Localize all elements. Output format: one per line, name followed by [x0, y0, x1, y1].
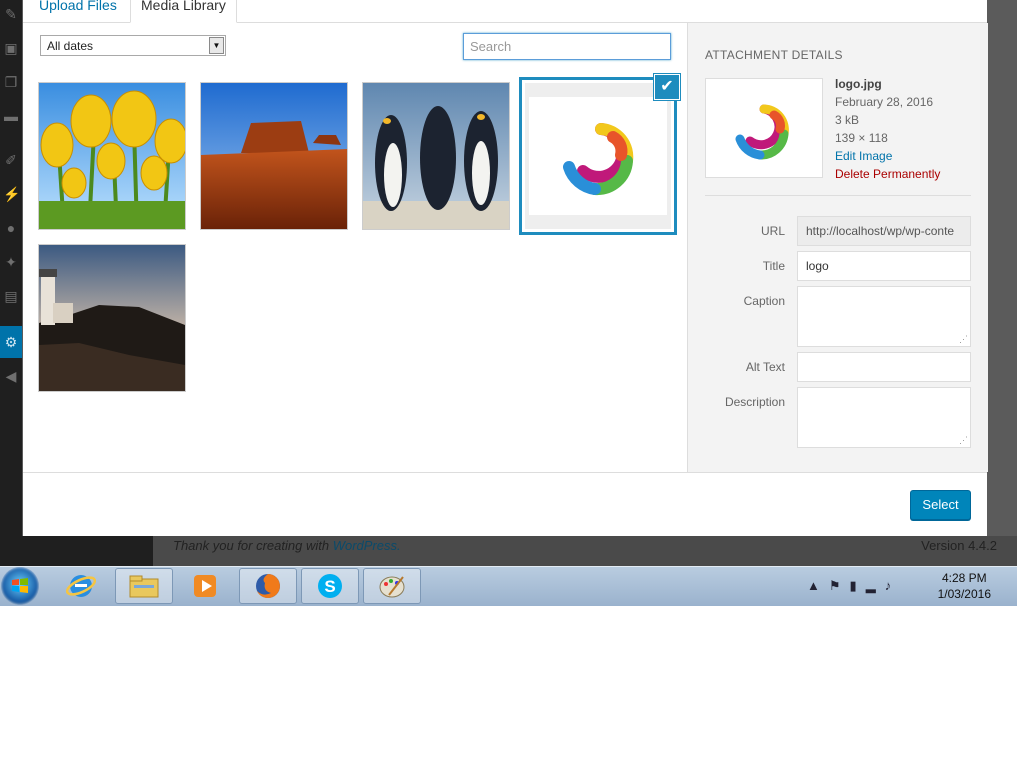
- modal-tabs: Upload Files Media Library: [23, 0, 987, 23]
- caption-field[interactable]: ⋰: [797, 286, 971, 347]
- play-icon: [194, 575, 216, 597]
- attachments-browser: All dates ▼ Search ✔: [23, 23, 687, 472]
- settings-box-icon[interactable]: ▤: [3, 288, 19, 304]
- selected-check-icon[interactable]: ✔: [654, 74, 680, 100]
- attachment-size: 3 kB: [835, 113, 860, 127]
- admin-sidebar-bottom: [0, 536, 153, 566]
- media-player-icon[interactable]: [176, 568, 234, 604]
- clock-time: 4:28 PM: [941, 571, 987, 585]
- paint-icon[interactable]: [363, 568, 421, 604]
- admin-footer: Thank you for creating with WordPress. V…: [153, 536, 1017, 566]
- resize-handle-icon[interactable]: ⋰: [959, 435, 968, 446]
- plugins-icon[interactable]: ⚡: [3, 186, 20, 202]
- start-button[interactable]: [1, 567, 39, 605]
- windows-flag-icon: [12, 578, 28, 593]
- footer-thanks: Thank you for creating with WordPress.: [173, 538, 401, 553]
- media-item-penguins[interactable]: [363, 83, 509, 229]
- url-field[interactable]: http://localhost/wp/wp-conte: [797, 216, 971, 246]
- appearance-icon[interactable]: ✐: [3, 152, 19, 168]
- title-label: Title: [762, 259, 785, 273]
- media-item-tulips[interactable]: [39, 83, 185, 229]
- attachment-date: February 28, 2016: [835, 95, 934, 109]
- alt-text-field[interactable]: [797, 352, 971, 382]
- firefox-logo: [256, 574, 280, 598]
- media-item-desert[interactable]: [201, 83, 347, 229]
- title-field[interactable]: logo: [797, 251, 971, 281]
- media-item-logo[interactable]: [525, 83, 671, 229]
- penguins-image: [363, 83, 509, 229]
- attachment-dimensions: 139 × 118: [835, 131, 888, 145]
- modal-toolbar: Select: [23, 472, 987, 536]
- users-icon[interactable]: ●: [3, 220, 19, 236]
- description-field[interactable]: ⋰: [797, 387, 971, 448]
- palette-icon: [379, 576, 405, 598]
- ie-logo: [66, 575, 96, 597]
- attachment-info: logo.jpg February 28, 2016 3 kB 139 × 11…: [835, 75, 940, 183]
- lighthouse-image: [39, 245, 185, 391]
- show-hidden-icons-icon[interactable]: ▲: [807, 578, 829, 593]
- skype-icon[interactable]: S: [301, 568, 359, 604]
- svg-text:S: S: [324, 577, 335, 596]
- admin-sidebar: ✎ ▣ ❐ ▬ ✐ ⚡ ● ✦ ▤ ⚙ ◀: [0, 0, 22, 536]
- system-tray: ▲⚑▮▂♪ 4:28 PM 1/03/2016: [807, 567, 1017, 605]
- media-modal: Upload Files Media Library All dates ▼ S…: [23, 0, 988, 536]
- pages-icon[interactable]: ❐: [3, 74, 19, 90]
- date-filter-value: All dates: [47, 39, 94, 53]
- skype-logo: S: [318, 574, 342, 598]
- folder-icon: [129, 575, 159, 598]
- attachment-preview: [705, 78, 823, 178]
- tulips-image: [39, 83, 185, 229]
- url-label: URL: [760, 224, 785, 238]
- footer-version: Version 4.4.2: [921, 538, 997, 553]
- desert-image: [201, 83, 347, 229]
- logo-image: [525, 83, 671, 229]
- attachment-filename: logo.jpg: [835, 77, 882, 91]
- media-icon[interactable]: ▣: [3, 40, 19, 56]
- description-label: Description: [724, 395, 785, 409]
- dropdown-arrow-icon[interactable]: ▼: [209, 37, 224, 54]
- attachment-details-heading: ATTACHMENT DETAILS: [705, 48, 843, 62]
- network-signal-icon[interactable]: ▂: [866, 578, 885, 593]
- media-search-input[interactable]: [463, 33, 671, 60]
- taskbar: S ▲⚑▮▂♪ 4:28 PM 1/03/2016: [0, 566, 1017, 606]
- internet-explorer-icon[interactable]: [52, 568, 110, 604]
- tools-icon[interactable]: ✦: [3, 254, 19, 270]
- action-center-flag-icon[interactable]: ⚑: [829, 578, 850, 593]
- resize-handle-icon[interactable]: ⋰: [959, 334, 968, 345]
- attachment-preview-logo: [735, 104, 789, 160]
- tab-media-library[interactable]: Media Library: [130, 0, 237, 23]
- file-explorer-icon[interactable]: [115, 568, 173, 604]
- settings-gear-icon[interactable]: ⚙: [0, 326, 22, 358]
- pin-icon[interactable]: ✎: [3, 6, 19, 22]
- date-filter-select[interactable]: All dates ▼: [40, 35, 226, 56]
- clock[interactable]: 4:28 PM 1/03/2016: [938, 570, 991, 602]
- attachment-details-panel: ATTACHMENT DETAILS logo.jpg February 28,…: [687, 23, 988, 472]
- comments-icon[interactable]: ▬: [3, 108, 19, 124]
- clock-date: 1/03/2016: [937, 587, 991, 601]
- tab-upload-files[interactable]: Upload Files: [29, 0, 127, 22]
- details-divider: [705, 195, 971, 196]
- select-button[interactable]: Select: [910, 490, 971, 520]
- tray-icons: ▲⚑▮▂♪: [807, 578, 900, 594]
- edit-image-link[interactable]: Edit Image: [835, 147, 940, 165]
- wordpress-link[interactable]: WordPress.: [333, 538, 401, 553]
- caption-label: Caption: [743, 294, 785, 308]
- delete-permanently-link[interactable]: Delete Permanently: [835, 165, 940, 183]
- screen: ✎ ▣ ❐ ▬ ✐ ⚡ ● ✦ ▤ ⚙ ◀ Thank you for crea…: [0, 0, 1017, 606]
- media-item-lighthouse[interactable]: [39, 245, 185, 391]
- power-icon[interactable]: ▮: [850, 578, 866, 593]
- collapse-menu-icon[interactable]: ◀: [3, 368, 19, 384]
- volume-icon[interactable]: ♪: [885, 578, 901, 593]
- alt-text-label: Alt Text: [745, 360, 785, 374]
- firefox-icon[interactable]: [239, 568, 297, 604]
